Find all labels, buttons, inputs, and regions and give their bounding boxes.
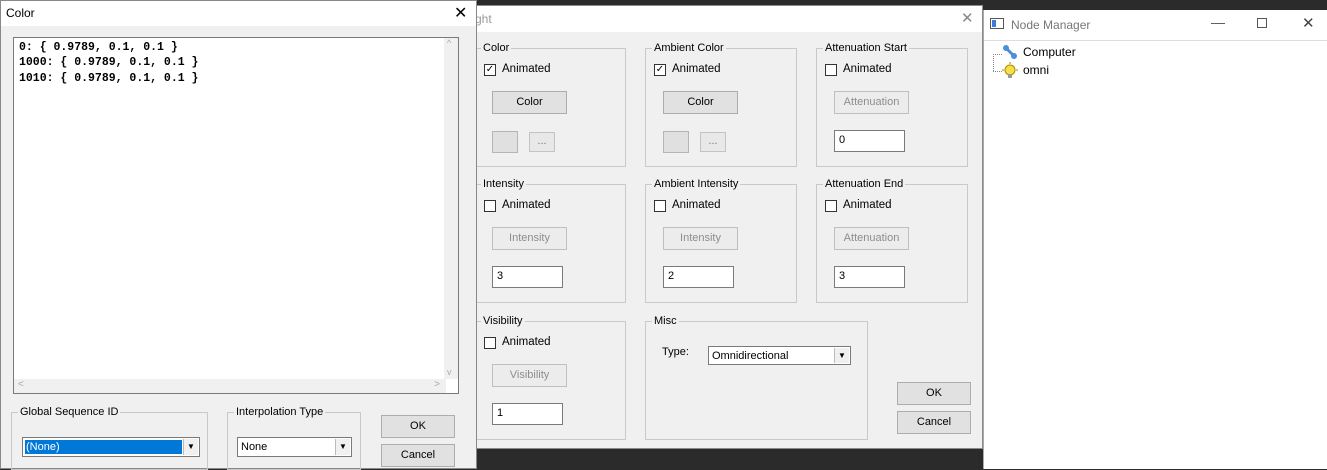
ambient-color-button[interactable]: Color [663, 91, 738, 114]
attenuation-start-animated-checkbox[interactable] [825, 64, 837, 76]
interpolation-select[interactable]: None ▼ [237, 437, 352, 457]
keyframes-textarea[interactable]: 0: { 0.9789, 0.1, 0.1 } 1000: { 0.9789, … [13, 37, 459, 394]
tree-item-label: Computer [1023, 45, 1076, 59]
attenuation-start-animated-label: Animated [843, 63, 892, 75]
node-manager-title-bar[interactable]: Node Manager — ✕ [984, 10, 1327, 40]
ambient-intensity-button[interactable]: Intensity [663, 227, 738, 250]
ambient-intensity-animated-label: Animated [672, 199, 721, 211]
ambient-color-dots-button[interactable]: ... [700, 132, 726, 152]
visibility-group-label: Visibility [481, 315, 525, 327]
color-title-bar[interactable]: Color ✕ [1, 1, 476, 26]
keyframe-line: 0: { 0.9789, 0.1, 0.1 } [19, 41, 178, 54]
ambient-intensity-group-label: Ambient Intensity [652, 178, 741, 190]
bone-icon [1003, 45, 1017, 59]
scroll-down-icon[interactable]: v [447, 367, 452, 377]
visibility-animated-label: Animated [502, 336, 551, 348]
chevron-down-icon[interactable]: ▼ [335, 439, 350, 455]
vertical-scrollbar[interactable]: ^ v [444, 38, 458, 379]
intensity-animated-checkbox[interactable] [484, 200, 496, 212]
color-animated-label: Animated [502, 63, 551, 75]
close-icon[interactable]: ✕ [1302, 14, 1315, 32]
keyframe-line: 1010: { 0.9789, 0.1, 0.1 } [19, 72, 199, 85]
global-sequence-label: Global Sequence ID [18, 406, 121, 418]
color-group-label: Color [481, 42, 512, 54]
light-close-icon[interactable]: ✕ [961, 9, 974, 27]
ambient-intensity-animated-checkbox[interactable] [654, 200, 666, 212]
ambient-color-group: Ambient Color ✓ Animated Color ... [645, 42, 797, 167]
color-button[interactable]: Color [492, 91, 567, 114]
attenuation-start-input[interactable]: 0 [834, 130, 905, 152]
intensity-animated-label: Animated [502, 199, 551, 211]
intensity-button[interactable]: Intensity [492, 227, 567, 250]
light-title-bar[interactable]: ght ✕ [467, 6, 982, 32]
misc-group: Misc Type: Omnidirectional ▼ [645, 315, 868, 440]
ambient-intensity-input[interactable]: 2 [663, 266, 734, 288]
visibility-input[interactable]: 1 [492, 403, 563, 425]
visibility-button[interactable]: Visibility [492, 364, 567, 387]
light-bulb-icon [1002, 62, 1018, 78]
keyframe-line: 1000: { 0.9789, 0.1, 0.1 } [19, 56, 199, 69]
attenuation-end-group-label: Attenuation End [823, 178, 906, 190]
ambient-intensity-group: Ambient Intensity Animated Intensity 2 [645, 178, 797, 303]
scroll-left-icon[interactable]: < [18, 379, 24, 390]
app-window-icon [990, 18, 1004, 29]
color-swatch [492, 131, 518, 153]
attenuation-end-animated-checkbox[interactable] [825, 200, 837, 212]
attenuation-end-animated-label: Animated [843, 199, 892, 211]
light-window-title: ght [475, 12, 492, 26]
attenuation-end-group: Attenuation End Animated Attenuation 3 [816, 178, 968, 303]
horizontal-scrollbar[interactable]: < > [14, 379, 446, 393]
intensity-group: Intensity Animated Intensity 3 [476, 178, 626, 303]
attenuation-start-button[interactable]: Attenuation [834, 91, 909, 114]
light-cancel-button[interactable]: Cancel [897, 411, 971, 434]
intensity-input[interactable]: 3 [492, 266, 563, 288]
interpolation-label: Interpolation Type [234, 406, 326, 418]
visibility-animated-checkbox[interactable] [484, 337, 496, 349]
intensity-group-label: Intensity [481, 178, 526, 190]
global-sequence-value: (None) [25, 440, 182, 454]
ambient-color-animated-label: Animated [672, 63, 721, 75]
close-icon[interactable]: ✕ [454, 3, 467, 23]
color-window: Color ✕ 0: { 0.9789, 0.1, 0.1 } 1000: { … [0, 0, 477, 470]
light-window: ght ✕ Color ✓ Animated Color ... Ambient… [466, 5, 983, 449]
minimize-icon[interactable]: — [1211, 14, 1225, 30]
maximize-icon[interactable] [1257, 18, 1267, 28]
color-animated-checkbox[interactable]: ✓ [484, 64, 496, 76]
color-group: Color ✓ Animated Color ... [476, 42, 626, 167]
chevron-down-icon[interactable]: ▼ [183, 439, 198, 455]
interpolation-value: None [241, 441, 268, 453]
tree-item-label: omni [1023, 63, 1050, 77]
color-window-title: Color [6, 6, 35, 20]
ambient-color-swatch [663, 131, 689, 153]
node-manager-window: Node Manager — ✕ Computer omni [983, 10, 1327, 469]
node-tree: Computer omni [984, 40, 1327, 469]
attenuation-start-group-label: Attenuation Start [823, 42, 909, 54]
misc-type-label: Type: [662, 346, 689, 358]
color-ok-button[interactable]: OK [381, 415, 455, 438]
ambient-color-animated-checkbox[interactable]: ✓ [654, 64, 666, 76]
color-dots-button[interactable]: ... [529, 132, 555, 152]
tree-line [993, 54, 994, 71]
interpolation-group: Interpolation Type None ▼ [227, 406, 361, 470]
attenuation-end-button[interactable]: Attenuation [834, 227, 909, 250]
app-window-icon-pane [992, 20, 996, 27]
scroll-right-icon[interactable]: > [434, 379, 440, 390]
chevron-down-icon[interactable]: ▼ [834, 348, 849, 363]
node-manager-title: Node Manager [1011, 18, 1091, 32]
light-ok-button[interactable]: OK [897, 382, 971, 405]
attenuation-end-input[interactable]: 3 [834, 266, 905, 288]
light-type-select[interactable]: Omnidirectional ▼ [708, 346, 851, 365]
color-cancel-button[interactable]: Cancel [381, 444, 455, 467]
attenuation-start-group: Attenuation Start Animated Attenuation 0 [816, 42, 968, 167]
light-type-value: Omnidirectional [712, 350, 789, 362]
global-sequence-group: Global Sequence ID (None) ▼ [11, 406, 208, 470]
ambient-color-group-label: Ambient Color [652, 42, 726, 54]
visibility-group: Visibility Animated Visibility 1 [476, 315, 626, 440]
global-sequence-select[interactable]: (None) ▼ [22, 437, 200, 457]
misc-group-label: Misc [652, 315, 679, 327]
scroll-up-icon[interactable]: ^ [447, 38, 451, 48]
